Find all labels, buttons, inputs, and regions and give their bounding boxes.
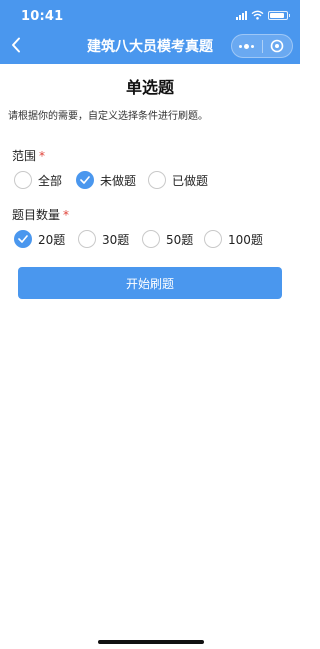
battery-level	[270, 12, 284, 18]
count-option-30[interactable]: 30题	[78, 230, 142, 248]
scope-option-undone[interactable]: 未做题	[76, 171, 148, 189]
count-option-100[interactable]: 100题	[204, 230, 263, 248]
radio-label: 全部	[38, 173, 63, 188]
radio-label: 30题	[102, 232, 130, 247]
battery-icon	[268, 10, 290, 20]
scope-label: 范围 *	[12, 147, 45, 164]
start-practice-button[interactable]: 开始刷题	[18, 267, 282, 299]
more-dots-icon	[239, 44, 243, 48]
scope-option-done[interactable]: 已做题	[148, 171, 208, 189]
status-time: 10:41	[21, 9, 64, 24]
back-button[interactable]	[6, 35, 26, 55]
scope-option-all[interactable]: 全部	[14, 171, 76, 189]
home-indicator	[98, 640, 204, 644]
count-radio-group: 20题 30题 50题 100题	[14, 229, 263, 249]
checkmark-icon	[80, 176, 90, 184]
radio-circle[interactable]	[204, 230, 222, 248]
count-option-20[interactable]: 20题	[14, 230, 78, 248]
capsule-close-icon	[270, 39, 284, 53]
signal-icon	[236, 10, 247, 20]
radio-label: 20题	[38, 232, 66, 247]
radio-circle[interactable]	[148, 171, 166, 189]
status-icons	[236, 8, 290, 22]
radio-circle[interactable]	[78, 230, 96, 248]
more-button[interactable]	[232, 35, 262, 57]
checkmark-icon	[18, 235, 28, 243]
count-option-50[interactable]: 50题	[142, 230, 204, 248]
radio-circle[interactable]	[142, 230, 160, 248]
capsule-close-button[interactable]	[263, 35, 293, 57]
header-bar: 10:41 建筑八大员模考真题	[0, 0, 300, 64]
chevron-left-icon	[12, 37, 20, 53]
required-mark: *	[39, 149, 46, 163]
scope-radio-group: 全部 未做题 已做题	[14, 170, 208, 190]
radio-label: 50题	[166, 232, 194, 247]
radio-circle[interactable]	[14, 171, 32, 189]
radio-label: 未做题	[100, 173, 137, 188]
count-label: 题目数量 *	[12, 206, 69, 223]
wifi-icon	[251, 10, 264, 20]
scope-label-text: 范围	[12, 149, 37, 163]
radio-circle[interactable]	[14, 230, 32, 248]
nav-title: 建筑八大员模考真题	[87, 39, 213, 55]
mini-program-capsule	[231, 34, 293, 58]
page-description: 请根据你的需要，自定义选择条件进行刷题。	[8, 111, 208, 122]
page-title: 单选题	[125, 78, 174, 97]
radio-label: 已做题	[172, 173, 209, 188]
count-label-text: 题目数量	[12, 208, 61, 222]
required-mark: *	[63, 208, 70, 222]
radio-circle[interactable]	[76, 171, 94, 189]
radio-label: 100题	[228, 232, 263, 247]
